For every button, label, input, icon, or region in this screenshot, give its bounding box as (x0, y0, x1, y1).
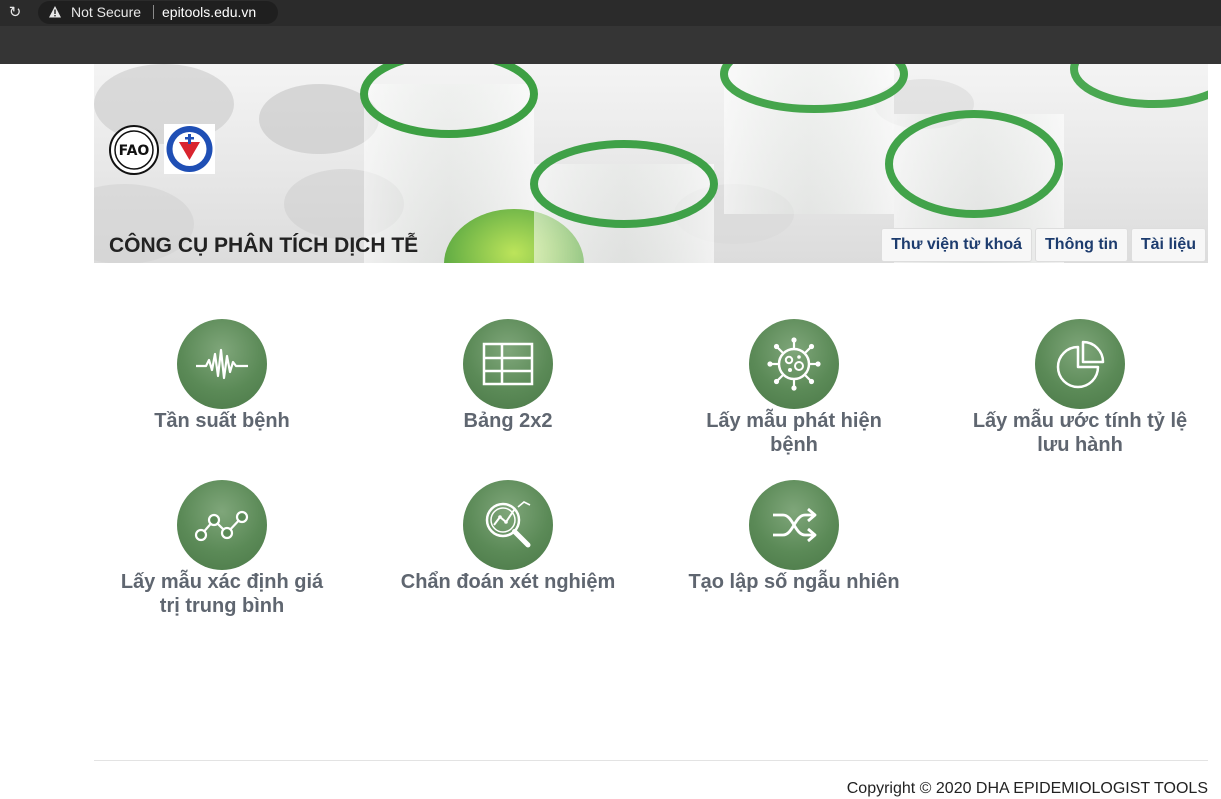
tool-label[interactable]: Chẩn đoán xét nghiệm (378, 570, 638, 594)
tool-disease-frequency[interactable]: Tần suất bệnh (92, 319, 352, 433)
tool-icon-circle[interactable] (749, 319, 839, 409)
tool-icon-circle[interactable] (749, 480, 839, 570)
tool-label[interactable]: Tạo lập số ngẫu nhiên (664, 570, 924, 594)
tool-prevalence-sampling[interactable]: Lấy mẫu ước tính tỷ lệ lưu hành (950, 319, 1210, 457)
tool-label[interactable]: Tần suất bệnh (92, 409, 352, 433)
line-graph-icon (194, 510, 249, 542)
tool-label[interactable]: Lấy mẫu phát hiện bệnh (694, 409, 894, 457)
url-text[interactable]: epitools.edu.vn (162, 4, 256, 20)
tool-mean-value-sampling[interactable]: Lấy mẫu xác định giá trị trung bình (92, 480, 352, 618)
footer-divider (94, 760, 1208, 761)
header-nav: Thư viện từ khoá Thông tin Tài liệu (881, 228, 1206, 262)
tool-diagnostic-test[interactable]: Chẩn đoán xét nghiệm (378, 480, 638, 594)
tool-label[interactable]: Lấy mẫu xác định giá trị trung bình (112, 570, 332, 618)
magnifier-chart-icon (485, 501, 531, 548)
site-title: CÔNG CỤ PHÂN TÍCH DỊCH TỄ (109, 234, 419, 257)
svg-text:FAO: FAO (119, 143, 150, 159)
tool-detect-disease-sampling[interactable]: Lấy mẫu phát hiện bệnh (664, 319, 924, 457)
tool-label[interactable]: Lấy mẫu ước tính tỷ lệ lưu hành (965, 409, 1195, 457)
nav-keyword-library[interactable]: Thư viện từ khoá (881, 228, 1033, 262)
reload-icon[interactable]: ↻ (6, 3, 24, 21)
pie-chart-icon (1056, 340, 1105, 389)
tool-icon-circle[interactable] (463, 480, 553, 570)
shuffle-icon (773, 507, 817, 543)
security-status[interactable]: Not Secure (71, 4, 141, 20)
table-grid-icon (482, 342, 534, 386)
tool-icon-circle[interactable] (177, 480, 267, 570)
header-banner: FAO CÔNG CỤ PHÂN TÍCH DỊCH TỄ Thư viện t… (94, 64, 1208, 263)
warning-icon (49, 6, 61, 18)
address-separator (153, 5, 154, 19)
tool-icon-circle[interactable] (1035, 319, 1125, 409)
tool-random-number-generator[interactable]: Tạo lập số ngẫu nhiên (664, 480, 924, 594)
browser-tab-bar: ↻ Not Secure epitools.edu.vn (0, 0, 1221, 26)
virus-icon (767, 337, 821, 391)
tool-icon-circle[interactable] (463, 319, 553, 409)
fao-logo: FAO (109, 125, 159, 175)
nav-information[interactable]: Thông tin (1035, 228, 1128, 262)
nav-documents[interactable]: Tài liệu (1130, 228, 1206, 262)
tool-icon-circle[interactable] (177, 319, 267, 409)
copyright-text: Copyright © 2020 DHA EPIDEMIOLOGIST TOOL… (846, 780, 1208, 797)
browser-toolbar (0, 26, 1221, 64)
tool-2x2-table[interactable]: Bảng 2x2 (378, 319, 638, 433)
department-logo (164, 124, 215, 174)
waveform-icon (196, 348, 248, 380)
tool-label[interactable]: Bảng 2x2 (378, 409, 638, 433)
